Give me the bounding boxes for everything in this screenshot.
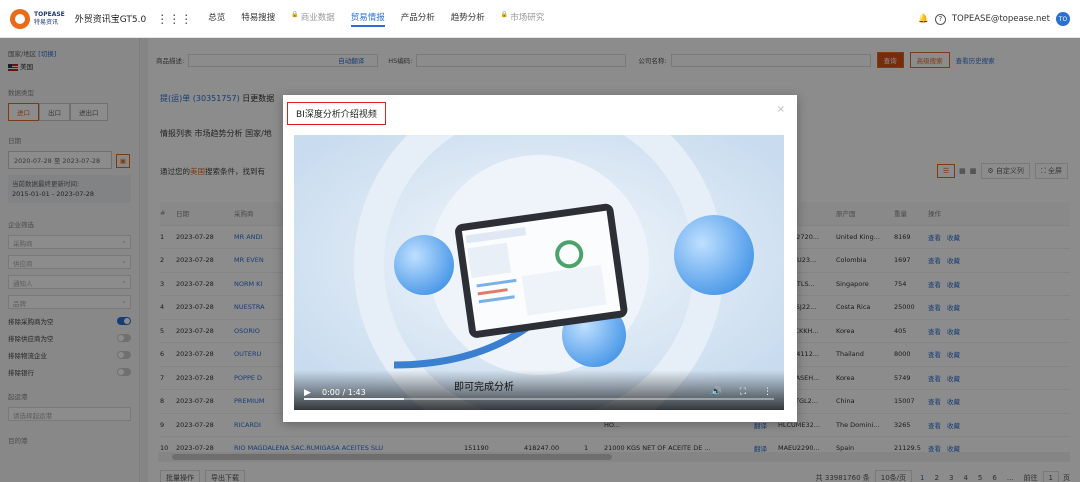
video-frame	[294, 135, 784, 410]
video-time: 0:00 / 1:43	[322, 388, 366, 397]
volume-icon[interactable]: 🔊	[711, 387, 722, 397]
nav-item-1[interactable]: 特易搜搜	[241, 11, 275, 27]
modal-title: BI深度分析介绍视频	[287, 102, 386, 125]
help-icon[interactable]: ?	[934, 13, 946, 25]
brand-logo[interactable]: TOPEASE 特易资讯	[10, 8, 65, 29]
more-options-icon[interactable]: ⋮	[763, 387, 772, 397]
video-player[interactable]: ▶ 0:00 / 1:43 即可完成分析 🔊 ⛶ ⋮	[294, 135, 784, 410]
avatar[interactable]: TO	[1056, 12, 1070, 26]
lock-icon: 🔒	[291, 10, 299, 18]
tablet-icon	[455, 203, 628, 338]
logo-mark-icon	[10, 8, 30, 29]
close-icon[interactable]: ×	[777, 104, 785, 115]
lock-icon: 🔒	[500, 10, 509, 18]
app-grid-icon[interactable]: ⋮⋮⋮	[156, 12, 192, 26]
video-buffer	[304, 398, 404, 400]
nav-item-5[interactable]: 趋势分析	[451, 11, 485, 27]
nav-item-0[interactable]: 总览	[208, 11, 225, 27]
logo-english: TOPEASE	[34, 10, 65, 18]
sphere-right	[674, 215, 754, 295]
video-modal: BI深度分析介绍视频 × ▶ 0:00 / 1:43 即可完成分析 🔊 ⛶ ⋮	[283, 95, 797, 422]
bell-icon[interactable]: 🔔	[918, 14, 929, 24]
user-email[interactable]: TOPEASE@topease.net	[952, 14, 1050, 24]
top-navigation-bar: TOPEASE 特易资讯 外贸资讯宝GT5.0 ⋮⋮⋮ 总览 特易搜搜 🔒 商业数据贸…	[0, 0, 1080, 38]
video-subtitle: 即可完成分析	[454, 382, 514, 393]
video-controls: ▶ 0:00 / 1:43 即可完成分析 🔊 ⛶ ⋮	[294, 370, 784, 410]
sphere-left	[394, 235, 454, 295]
nav-item-6[interactable]: 市场研究	[510, 11, 544, 27]
fullscreen-icon[interactable]: ⛶	[740, 387, 746, 397]
video-progress-bar[interactable]	[304, 398, 774, 400]
nav-item-2[interactable]: 商业数据	[301, 11, 335, 27]
play-icon[interactable]: ▶	[304, 388, 311, 398]
app-name: 外贸资讯宝GT5.0	[74, 15, 147, 25]
logo-chinese: 特易资讯	[34, 18, 59, 26]
nav-item-3[interactable]: 贸易情报	[350, 11, 385, 27]
nav-item-4[interactable]: 产品分析	[401, 11, 435, 27]
main-nav: 总览 特易搜搜 🔒 商业数据 贸易情报 产品分析 趋势分析 🔒 市场研究	[208, 11, 560, 27]
